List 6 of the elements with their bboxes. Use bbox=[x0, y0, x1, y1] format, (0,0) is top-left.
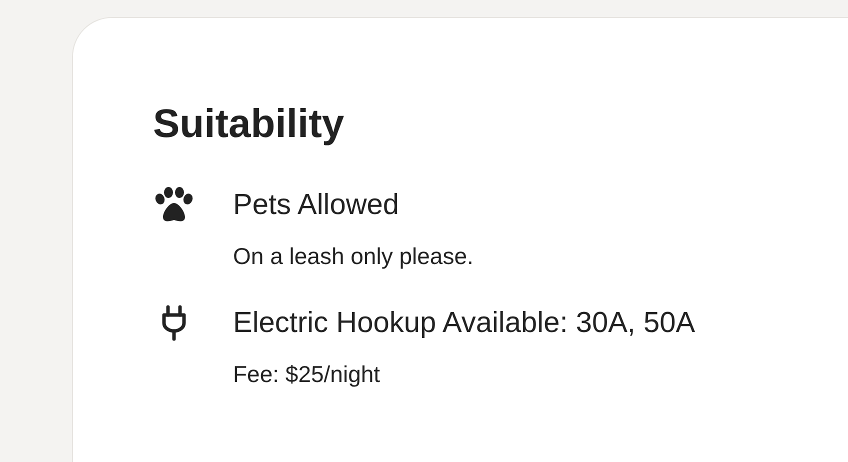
feature-label: Electric Hookup Available: 30A, 50A bbox=[233, 306, 696, 340]
feature-label: Pets Allowed bbox=[233, 188, 400, 222]
paw-icon bbox=[153, 187, 195, 223]
section-title: Suitability bbox=[153, 101, 346, 148]
feature-description: On a leash only please. bbox=[233, 242, 474, 270]
feature-description: Fee: $25/night bbox=[233, 360, 382, 388]
